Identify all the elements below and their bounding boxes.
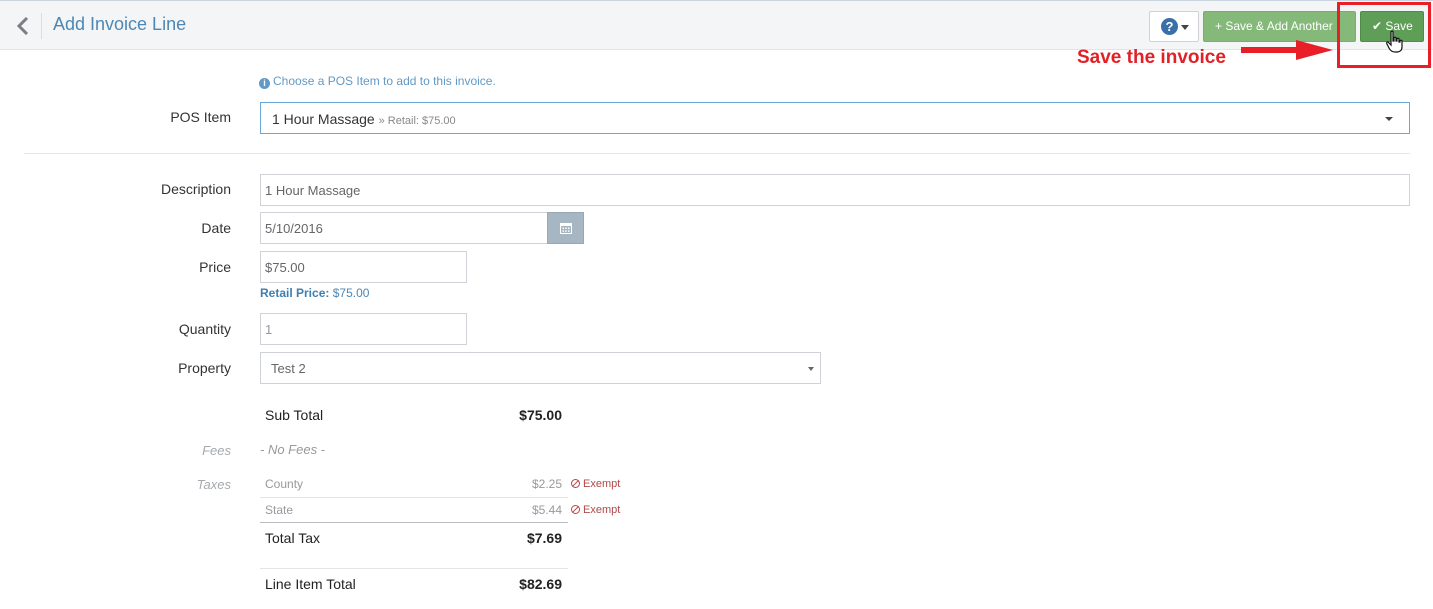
section-divider	[24, 153, 1410, 154]
annotation-highlight-box	[1337, 2, 1431, 68]
property-value: Test 2	[271, 361, 306, 376]
retail-price-hint: Retail Price: $75.00	[260, 286, 369, 300]
date-picker-button[interactable]	[547, 212, 584, 244]
info-hint-text: Choose a POS Item to add to this invoice…	[273, 74, 496, 88]
hand-cursor-icon	[1386, 30, 1403, 53]
tax-status-county: Exempt	[583, 478, 621, 490]
property-label: Property	[178, 360, 231, 376]
description-label: Description	[160, 181, 231, 197]
annotation-label: Save the invoice	[1077, 47, 1226, 68]
tax-amount-state: $5.44	[531, 503, 562, 517]
description-input[interactable]: 1 Hour Massage	[260, 174, 1410, 206]
subtotal-value: $75.00	[519, 407, 562, 423]
info-hint: i Choose a POS Item to add to this invoic…	[259, 74, 496, 89]
save-and-add-another-button[interactable]: + Save & Add Another	[1203, 11, 1356, 42]
tax-name-state: State	[265, 503, 294, 517]
date-label: Date	[201, 220, 231, 236]
subtotal-label: Sub Total	[265, 407, 324, 423]
taxes-label: Taxes	[196, 477, 231, 492]
total-tax-value: $7.69	[526, 530, 562, 546]
ban-icon	[571, 505, 580, 514]
pos-item-select[interactable]: 1 Hour Massage » Retail: $75.00	[260, 102, 1410, 134]
fees-label: Fees	[202, 443, 231, 458]
caret-down-icon	[1181, 25, 1189, 30]
pos-item-label: POS Item	[170, 109, 231, 125]
price-input[interactable]: $75.00	[260, 251, 467, 283]
quantity-label: Quantity	[178, 321, 231, 337]
header-divider	[41, 13, 42, 39]
question-circle-icon: ?	[1161, 18, 1178, 35]
pos-item-value: 1 Hour Massage	[272, 111, 375, 127]
line-total-divider	[260, 568, 568, 569]
caret-down-icon	[808, 367, 814, 371]
retail-price-value: $75.00	[332, 286, 370, 300]
property-select[interactable]: Test 2	[260, 352, 821, 384]
tax-amount-county: $2.25	[531, 477, 562, 491]
tax-name-county: County	[265, 477, 304, 491]
pos-item-retail: » Retail: $75.00	[378, 115, 456, 127]
retail-price-label: Retail Price:	[260, 286, 330, 300]
quantity-input[interactable]: 1	[260, 313, 467, 345]
back-button[interactable]	[10, 13, 36, 39]
help-dropdown-button[interactable]: ?	[1149, 11, 1199, 42]
price-label: Price	[199, 259, 231, 275]
calendar-icon	[560, 223, 572, 234]
caret-down-icon	[1385, 117, 1393, 121]
tax-exempt-badge-county: Exempt	[571, 478, 620, 490]
total-tax-label: Total Tax	[265, 530, 320, 546]
tax-status-state: Exempt	[583, 504, 621, 516]
line-item-total-value: $82.69	[519, 576, 562, 592]
tax-exempt-badge-state: Exempt	[571, 504, 620, 516]
page-title: Add Invoice Line	[53, 14, 187, 34]
fees-value: - No Fees -	[260, 442, 326, 457]
info-circle-icon: i	[259, 78, 270, 89]
chevron-left-icon	[16, 16, 29, 36]
annotation-arrow-icon	[1241, 40, 1333, 60]
line-item-total-label: Line Item Total	[265, 576, 356, 592]
total-tax-divider	[260, 522, 568, 523]
top-bar: Add Invoice Line ? + Save & Add Another …	[0, 0, 1433, 50]
date-input[interactable]: 5/10/2016	[260, 212, 548, 244]
tax-row-divider	[260, 497, 568, 498]
ban-icon	[571, 479, 580, 488]
